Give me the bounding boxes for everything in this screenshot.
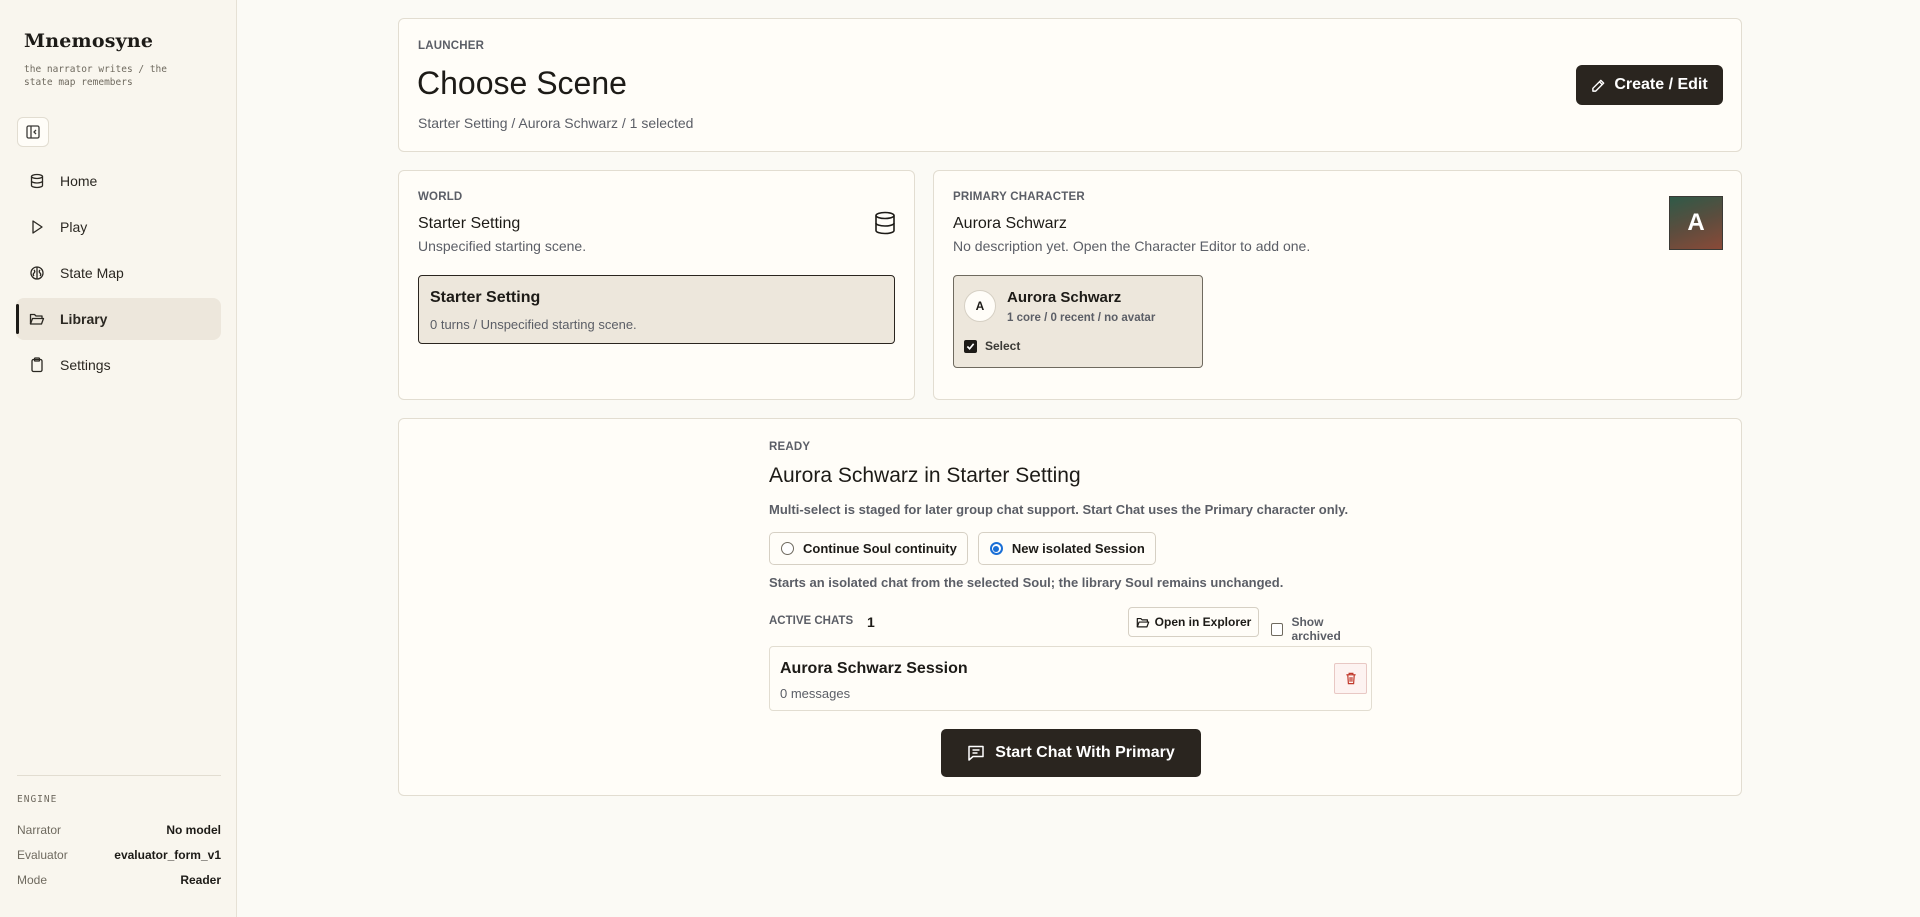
sidebar-item-library[interactable]: Library [16,298,221,340]
database-icon [28,172,46,190]
character-avatar: A [964,290,996,322]
sidebar-item-label: Settings [60,357,111,373]
world-description: Unspecified starting scene. [418,238,587,254]
play-icon [28,218,46,236]
engine-value: evaluator_form_v1 [114,847,221,862]
sidebar-collapse-icon [26,125,40,139]
show-archived-checkbox[interactable]: Show archived [1271,615,1372,643]
primary-character-description: No description yet. Open the Character E… [953,238,1311,254]
open-in-explorer-button[interactable]: Open in Explorer [1128,607,1259,637]
active-chats-count: 1 [867,614,875,630]
open-in-explorer-label: Open in Explorer [1154,615,1252,629]
mode-new-isolated-session-radio[interactable]: New isolated Session [977,532,1156,565]
engine-key: Narrator [17,822,62,837]
create-edit-button[interactable]: Create / Edit [1576,65,1723,105]
sidebar-nav: Home Play State Map Library Settings [16,160,221,390]
active-chats-header: ACTIVE CHATS 1 Open in Explorer Show arc… [769,607,1372,643]
character-select-checkbox[interactable]: Select [964,339,1020,353]
world-name: Starter Setting [418,215,521,232]
create-edit-label: Create / Edit [1614,76,1708,93]
radio-unchecked-icon[interactable] [781,542,794,555]
clipboard-icon [28,356,46,374]
launcher-breadcrumb: Starter Setting / Aurora Schwarz / 1 sel… [418,115,694,131]
primary-character-card: PRIMARY CHARACTER Aurora Schwarz No desc… [933,170,1742,400]
mode-continue-soul-radio[interactable]: Continue Soul continuity [769,532,968,565]
app-logo[interactable]: Mnemosyne [24,30,153,52]
session-meta: 0 messages [780,686,851,701]
brain-icon [28,264,46,282]
folder-open-icon [28,310,46,328]
launcher-eyebrow: LAUNCHER [418,40,485,52]
message-square-icon [967,744,985,762]
engine-value: Reader [180,872,221,887]
start-chat-label: Start Chat With Primary [995,744,1175,761]
engine-key: Mode [17,872,48,887]
sidebar-item-label: State Map [60,265,124,281]
primary-eyebrow: PRIMARY CHARACTER [953,191,1085,203]
engine-value: No model [166,822,221,837]
session-title: Aurora Schwarz Session [780,660,968,677]
sidebar-item-home[interactable]: Home [16,160,221,202]
app-tagline: the narrator writes / the state map reme… [24,64,167,88]
active-chats-label: ACTIVE CHATS [769,615,854,627]
delete-session-button[interactable] [1334,663,1367,694]
sidebar-item-play[interactable]: Play [16,206,221,248]
sidebar-item-state-map[interactable]: State Map [16,252,221,294]
engine-row-mode: Mode Reader [17,867,221,892]
ready-title: Aurora Schwarz in Starter Setting [769,464,1081,487]
world-option-title: Starter Setting [430,289,541,306]
folder-open-icon [1136,616,1150,629]
launcher-card: LAUNCHER Choose Scene Starter Setting / … [398,18,1742,152]
sidebar: Mnemosyne the narrator writes / the stat… [0,0,237,917]
engine-title: ENGINE [17,794,58,805]
page-title: Choose Scene [417,65,627,101]
checkbox-checked-icon[interactable] [964,339,977,353]
checkbox-unchecked-icon[interactable] [1271,622,1284,636]
character-meta: 1 core / 0 recent / no avatar [1007,312,1156,324]
world-card: WORLD Starter Setting Unspecified starti… [398,170,915,400]
sidebar-item-label: Play [60,219,88,235]
avatar: A [1669,196,1723,250]
world-option-meta: 0 turns / Unspecified starting scene. [430,317,637,332]
sidebar-collapse-button[interactable] [17,117,49,147]
world-option-starter-setting[interactable]: Starter Setting 0 turns / Unspecified st… [418,275,895,344]
ready-eyebrow: READY [769,441,811,453]
world-eyebrow: WORLD [418,191,463,203]
character-name: Aurora Schwarz [1007,289,1122,306]
session-mode-group: Continue Soul continuity New isolated Se… [769,532,1166,565]
mode-note: Starts an isolated chat from the selecte… [769,575,1284,590]
engine-row-evaluator: Evaluator evaluator_form_v1 [17,842,221,867]
character-option-aurora-schwarz[interactable]: A Aurora Schwarz 1 core / 0 recent / no … [953,275,1203,368]
primary-character-name: Aurora Schwarz [953,215,1067,232]
session-list-item[interactable]: Aurora Schwarz Session 0 messages [769,646,1372,711]
show-archived-label: Show archived [1291,615,1341,643]
radio-checked-icon[interactable] [989,542,1003,555]
engine-key: Evaluator [17,847,68,862]
mode-label: New isolated Session [1011,541,1145,556]
sidebar-item-label: Library [60,311,108,327]
engine-row-narrator: Narrator No model [17,817,221,842]
character-select-label: Select [985,339,1021,353]
pencil-icon [1591,78,1606,93]
ready-note: Multi-select is staged for later group c… [769,502,1349,517]
mode-label: Continue Soul continuity [803,541,957,556]
start-chat-button[interactable]: Start Chat With Primary [941,729,1201,777]
sidebar-item-settings[interactable]: Settings [16,344,221,386]
database-icon [874,211,896,240]
sidebar-item-label: Home [60,173,98,189]
trash-icon [1345,672,1356,685]
engine-panel: ENGINE Narrator No model Evaluator evalu… [17,775,221,892]
ready-card: READY Aurora Schwarz in Starter Setting … [398,418,1742,796]
